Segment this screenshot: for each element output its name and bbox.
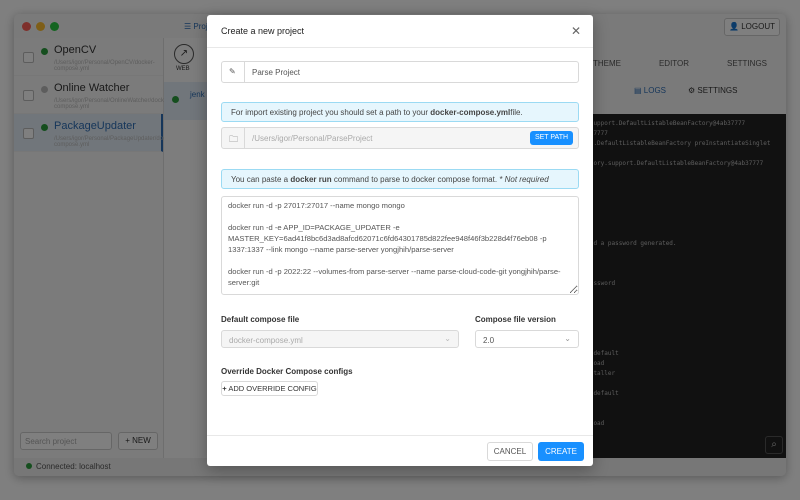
info-text: command to parse to docker compose forma… — [331, 175, 500, 184]
path-placeholder: /Users/igor/Personal/ParseProject — [252, 134, 373, 143]
folder-icon: 🗀 — [229, 134, 239, 144]
default-file-select[interactable]: docker-compose.yml ⌄ — [221, 330, 459, 348]
chevron-down-icon: ⌄ — [444, 334, 451, 343]
info-note: * Not required — [499, 175, 549, 184]
dialog-title: Create a new project — [221, 26, 305, 36]
info-text: file. — [510, 108, 523, 117]
project-name-input[interactable]: ✎ Parse Project — [221, 61, 579, 83]
version-value: 2.0 — [483, 336, 495, 345]
cancel-button[interactable]: CANCEL — [487, 442, 533, 461]
set-path-button[interactable]: SET PATH — [530, 131, 573, 145]
close-icon[interactable]: ✕ — [571, 24, 581, 38]
info-text: You can paste a — [231, 175, 291, 184]
docker-run-textarea[interactable]: docker run -d -p 27017:27017 --name mong… — [221, 196, 579, 295]
edit-icon: ✎ — [229, 67, 236, 76]
path-info: For import existing project you should s… — [221, 102, 579, 122]
add-override-button[interactable]: + ADD OVERRIDE CONFIG — [221, 381, 318, 396]
version-select[interactable]: 2.0 ⌄ — [475, 330, 579, 348]
default-file-label: Default compose file — [221, 315, 300, 324]
project-name-value: Parse Project — [252, 68, 301, 77]
chevron-down-icon: ⌄ — [564, 334, 571, 343]
info-bold: docker run — [290, 175, 332, 184]
info-text: For import existing project you should s… — [231, 108, 431, 117]
docker-run-info: You can paste a docker run command to pa… — [221, 169, 579, 189]
default-file-value: docker-compose.yml — [229, 336, 303, 345]
version-label: Compose file version — [475, 315, 556, 324]
create-project-dialog: Create a new project ✕ ✎ Parse Project Fo… — [207, 15, 593, 466]
path-input[interactable]: 🗀 /Users/igor/Personal/ParseProject SET … — [221, 127, 579, 149]
create-button[interactable]: CREATE — [538, 442, 584, 461]
override-label: Override Docker Compose configs — [221, 367, 353, 376]
dialog-footer: CANCEL CREATE — [207, 435, 593, 466]
add-override-label: ADD OVERRIDE CONFIG — [228, 384, 317, 393]
info-bold: docker-compose.yml — [430, 108, 511, 117]
